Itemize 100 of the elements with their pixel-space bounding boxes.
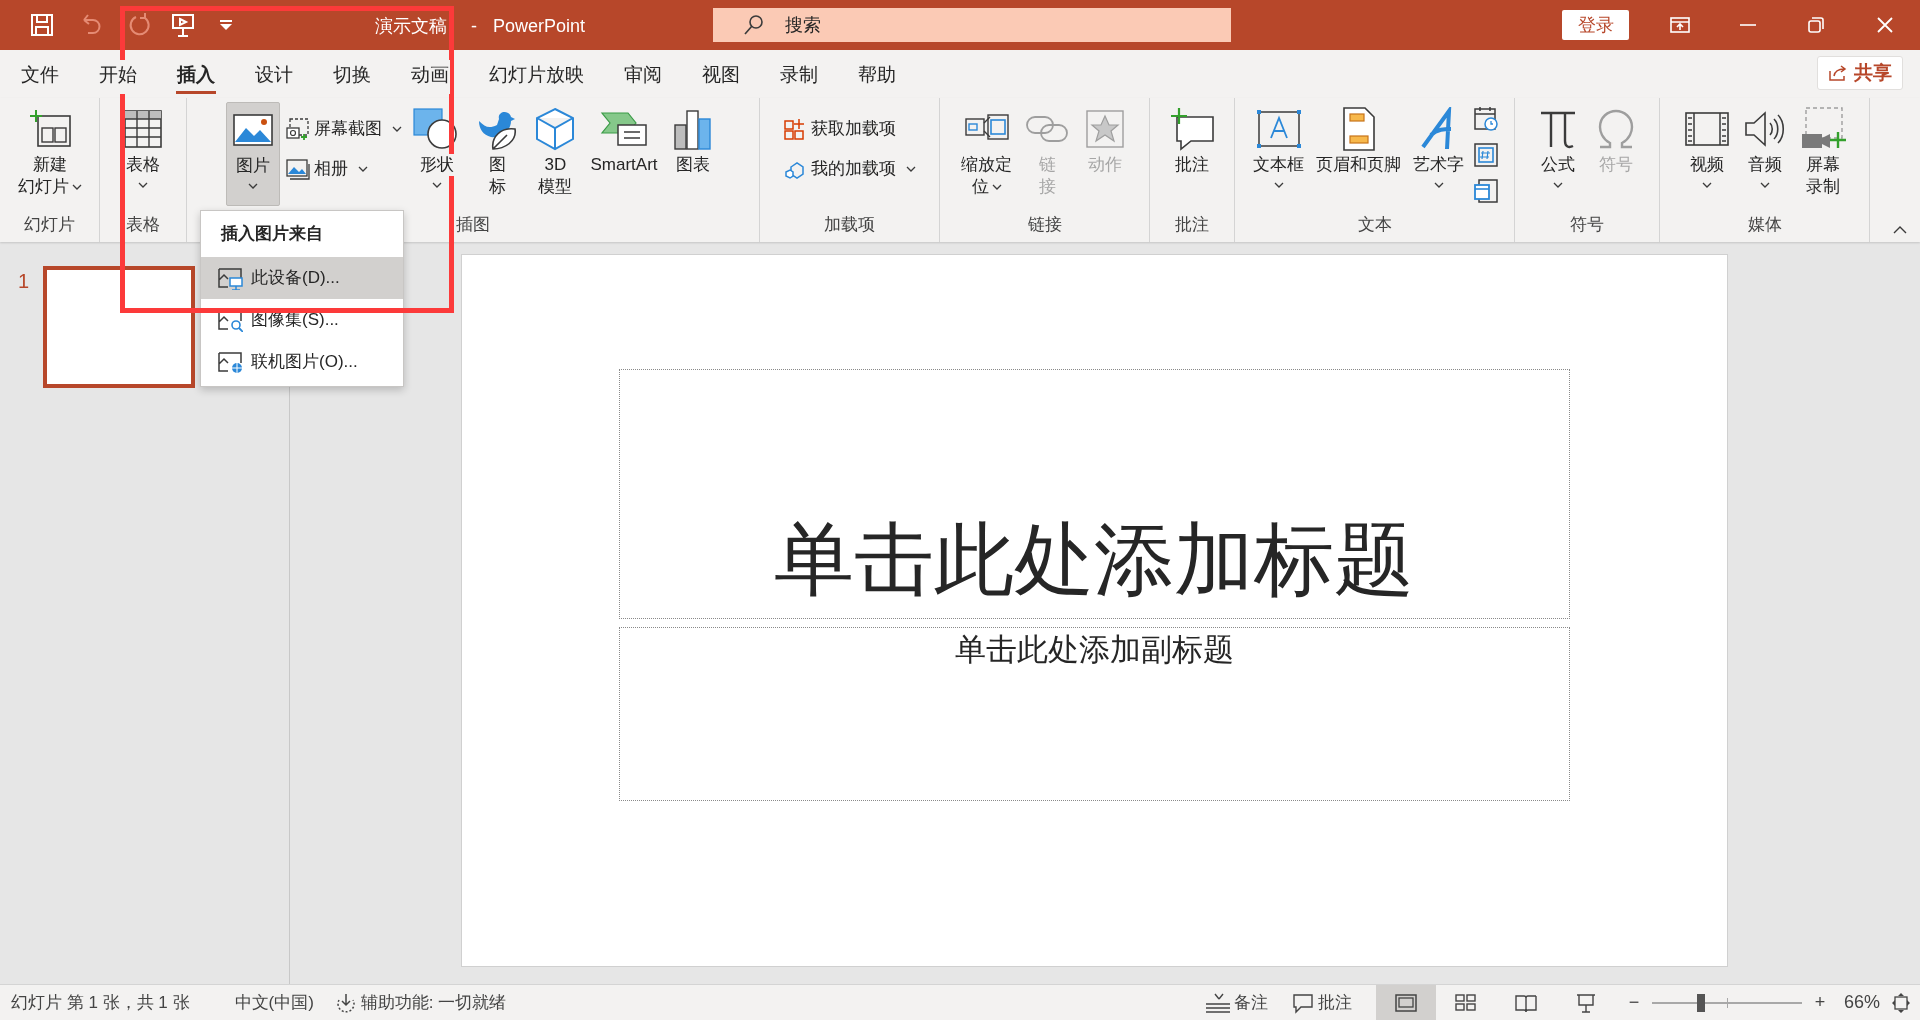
save-icon bbox=[29, 12, 55, 38]
slide-count: 幻灯片 第 1 张，共 1 张 bbox=[11, 991, 190, 1014]
grid-view-icon bbox=[1453, 991, 1478, 1014]
share-icon bbox=[1828, 64, 1848, 82]
ribbon-button[interactable]: 缩放定 位 bbox=[957, 102, 1016, 206]
speaker-icon bbox=[1742, 109, 1787, 149]
text-box-icon bbox=[1254, 108, 1303, 150]
presentation-icon bbox=[170, 12, 196, 38]
calendar-icon bbox=[1473, 106, 1499, 132]
ribbon-button[interactable]: 新建 幻灯片 bbox=[13, 102, 86, 206]
share-button[interactable]: 共享 bbox=[1817, 56, 1903, 90]
menu-item[interactable]: 此设备(D)... bbox=[201, 257, 403, 299]
accessibility-icon bbox=[334, 991, 357, 1014]
smartart-icon bbox=[600, 109, 648, 149]
picture-icon bbox=[232, 112, 275, 148]
ribbon-button[interactable]: 相册 bbox=[286, 154, 403, 184]
notes-button[interactable]: 备注 bbox=[1203, 989, 1268, 1016]
minimize-icon bbox=[1739, 23, 1757, 27]
object-icon bbox=[1473, 178, 1499, 204]
group-label: 幻灯片 bbox=[24, 214, 75, 236]
slide-number: 1 bbox=[18, 269, 30, 294]
chevron-up-icon bbox=[1893, 226, 1907, 234]
zoom-slider-thumb[interactable] bbox=[1697, 993, 1706, 1012]
ribbon-icon-button[interactable] bbox=[1472, 140, 1500, 170]
app-name: PowerPoint bbox=[493, 15, 586, 38]
picture-globe-icon bbox=[217, 350, 243, 374]
search-field[interactable]: 搜索 bbox=[713, 8, 1231, 42]
presentation-button[interactable] bbox=[170, 12, 196, 38]
comments-button[interactable]: 批注 bbox=[1291, 989, 1352, 1016]
ribbon-button[interactable]: 艺术字 bbox=[1409, 102, 1468, 206]
title-placeholder[interactable]: 单击此处添加标题 bbox=[618, 369, 1570, 619]
ribbon-button[interactable]: 音频 bbox=[1737, 102, 1792, 206]
photo-album-icon bbox=[286, 158, 311, 180]
search-icon bbox=[743, 14, 765, 36]
cube-icon bbox=[534, 107, 577, 151]
ribbon-display-icon bbox=[1669, 16, 1691, 34]
ribbon-button[interactable]: 图 标 bbox=[470, 102, 525, 206]
slide-number-icon bbox=[1473, 142, 1499, 168]
view-button[interactable] bbox=[1375, 984, 1436, 1020]
zoom-out-button[interactable]: − bbox=[1623, 989, 1644, 1016]
omega-icon bbox=[1596, 107, 1636, 151]
ribbon-button[interactable]: 图片 bbox=[226, 102, 281, 206]
page-icon bbox=[1340, 106, 1377, 152]
ribbon-button[interactable]: 屏幕 录制 bbox=[1795, 102, 1850, 206]
subtitle-placeholder[interactable]: 单击此处添加副标题 bbox=[618, 627, 1570, 801]
collapse-ribbon-button[interactable] bbox=[1892, 224, 1908, 236]
sign-in-button[interactable]: 登录 bbox=[1562, 10, 1629, 40]
zoom-level-button[interactable]: 66% bbox=[1843, 989, 1880, 1016]
ribbon-button[interactable]: 批注 bbox=[1165, 102, 1219, 206]
bar-chart-icon bbox=[671, 107, 714, 151]
normal-view-icon bbox=[1393, 991, 1418, 1014]
save-button[interactable] bbox=[29, 12, 55, 38]
group-label: 插图 bbox=[456, 214, 490, 236]
ribbon-button[interactable]: 形状 bbox=[408, 102, 467, 206]
ribbon-button[interactable]: 获取加载项 bbox=[783, 114, 916, 144]
ribbon-button[interactable]: SmartArt bbox=[586, 102, 662, 206]
notes-icon bbox=[1203, 991, 1232, 1014]
ribbon-button[interactable]: 我的加载项 bbox=[783, 154, 916, 184]
ribbon-icon-button[interactable] bbox=[1472, 104, 1500, 134]
comment-icon bbox=[1169, 107, 1215, 151]
ribbon-button[interactable]: 屏幕截图 bbox=[286, 114, 403, 144]
film-icon bbox=[1683, 111, 1730, 147]
group-label: 符号 bbox=[1570, 214, 1604, 236]
slide-thumbnail[interactable] bbox=[43, 266, 196, 388]
menu-header: 插入图片来自 bbox=[219, 223, 324, 246]
ribbon-button[interactable]: 文本框 bbox=[1249, 102, 1308, 206]
group-label: 链接 bbox=[1027, 214, 1062, 236]
fit-to-window-icon bbox=[1891, 991, 1911, 1014]
add-in-grid-icon bbox=[783, 117, 807, 141]
ribbon-button[interactable]: 图表 bbox=[665, 102, 720, 206]
zoom-in-button[interactable]: + bbox=[1809, 989, 1830, 1016]
document-title: 演示文稿 bbox=[375, 15, 447, 38]
ribbon-icon-button[interactable] bbox=[1472, 176, 1500, 206]
new-slide-icon bbox=[27, 108, 72, 150]
group-label: 批注 bbox=[1175, 214, 1209, 236]
comment-icon bbox=[1291, 991, 1314, 1014]
group-label: 表格 bbox=[126, 214, 160, 236]
menu-item[interactable]: 联机图片(O)... bbox=[201, 341, 403, 383]
ribbon-button[interactable]: 公式 bbox=[1531, 102, 1585, 206]
ribbon-button[interactable]: 表格 bbox=[116, 102, 170, 206]
picture-monitor-icon bbox=[217, 266, 243, 290]
restore-icon bbox=[1807, 16, 1825, 34]
group-label: 加载项 bbox=[824, 214, 875, 236]
zoom-slider[interactable] bbox=[1651, 993, 1802, 1012]
accessibility-button[interactable]: 辅助功能: 一切就绪 bbox=[334, 989, 507, 1016]
ribbon-button[interactable]: 3D 模型 bbox=[528, 102, 583, 206]
fit-to-window-button[interactable] bbox=[1890, 990, 1912, 1015]
group-label: 文本 bbox=[1357, 214, 1392, 236]
screenshot-icon bbox=[286, 117, 311, 141]
table-icon bbox=[122, 108, 164, 150]
group-label: 媒体 bbox=[1747, 214, 1782, 236]
ribbon-button[interactable]: 视频 bbox=[1679, 102, 1734, 206]
language-button[interactable]: 中文(中国) bbox=[234, 989, 314, 1016]
title-separator: - bbox=[471, 15, 477, 38]
ribbon-button[interactable]: 页眉和页脚 bbox=[1312, 102, 1405, 206]
caret-icon bbox=[219, 19, 233, 31]
redo-icon bbox=[127, 12, 153, 38]
ribbon-tab[interactable]: 动画 bbox=[410, 60, 450, 94]
close-icon bbox=[1876, 16, 1894, 34]
ribbon-tab[interactable]: 开始 bbox=[98, 60, 138, 94]
